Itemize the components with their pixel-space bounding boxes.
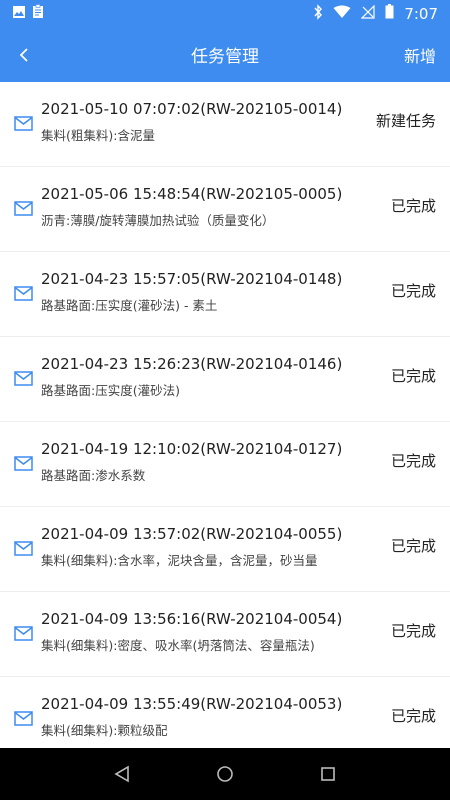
envelope-icon (14, 286, 33, 301)
task-description: 路基路面:压实度(灌砂法) (41, 383, 180, 398)
task-status: 已完成 (390, 282, 436, 300)
task-list-item[interactable]: 2021-05-06 15:48:54(RW-202105-0005) 沥青:薄膜… (0, 167, 450, 252)
task-status: 已完成 (390, 452, 436, 470)
add-button[interactable]: 新增 (404, 43, 450, 67)
envelope-icon (14, 201, 33, 216)
task-header: 2021-05-06 15:48:54(RW-202105-0005) (41, 185, 343, 203)
square-recents-icon (321, 767, 336, 781)
task-list-item[interactable]: 2021-04-19 12:10:02(RW-202104-0127) 路基路面:… (0, 422, 450, 507)
task-status: 已完成 (390, 622, 436, 640)
task-description: 集料(细集料):密度、吸水率(坍落筒法、容量瓶法) (41, 638, 315, 653)
task-list-item[interactable]: 2021-04-23 15:26:23(RW-202104-0146) 路基路面:… (0, 337, 450, 422)
envelope-icon (14, 456, 33, 471)
task-list-item[interactable]: 2021-05-10 07:07:02(RW-202105-0014) 集料(粗集… (0, 82, 450, 167)
task-status: 已完成 (390, 367, 436, 385)
task-header: 2021-04-19 12:10:02(RW-202104-0127) (41, 440, 343, 458)
task-description: 路基路面:渗水系数 (41, 468, 146, 483)
wifi-icon (333, 5, 351, 23)
back-nav-button[interactable] (110, 762, 134, 786)
envelope-icon (14, 116, 33, 131)
clock: 7:07 (404, 4, 438, 23)
clipboard-icon (32, 4, 44, 23)
task-list-item[interactable]: 2021-04-09 13:55:49(RW-202104-0053) 集料(细集… (0, 677, 450, 748)
task-header: 2021-04-23 15:26:23(RW-202104-0146) (41, 355, 343, 373)
triangle-back-icon (114, 765, 129, 783)
recents-nav-button[interactable] (316, 762, 340, 786)
home-nav-button[interactable] (213, 762, 237, 786)
task-list: 2021-05-10 07:07:02(RW-202105-0014) 集料(粗集… (0, 82, 450, 748)
task-header: 2021-04-09 13:57:02(RW-202104-0055) (41, 525, 343, 543)
envelope-icon (14, 626, 33, 641)
task-description: 集料(细集料):含水率，泥块含量，含泥量，砂当量 (41, 553, 318, 568)
task-description: 集料(粗集料):含泥量 (41, 128, 155, 143)
envelope-icon (14, 371, 33, 386)
status-bar: 7:07 (0, 0, 450, 27)
task-description: 集料(细集料):颗粒级配 (41, 723, 168, 738)
navigation-bar (0, 748, 450, 800)
task-description: 沥青:薄膜/旋转薄膜加热试验（质量变化） (41, 213, 275, 228)
battery-icon (385, 4, 394, 23)
task-list-item[interactable]: 2021-04-23 15:57:05(RW-202104-0148) 路基路面:… (0, 252, 450, 337)
task-description: 路基路面:压实度(灌砂法) - 素土 (41, 298, 218, 313)
task-header: 2021-04-09 13:55:49(RW-202104-0053) (41, 695, 343, 713)
circle-home-icon (217, 766, 233, 782)
bluetooth-icon (313, 3, 323, 24)
image-icon (12, 4, 26, 23)
chevron-left-icon (19, 47, 28, 62)
task-status: 已完成 (390, 707, 436, 725)
app-bar: 任务管理 新增 (0, 27, 450, 82)
task-header: 2021-05-10 07:07:02(RW-202105-0014) (41, 100, 343, 118)
task-status: 已完成 (390, 197, 436, 215)
no-signal-icon (360, 4, 375, 23)
task-status: 已完成 (390, 537, 436, 555)
envelope-icon (14, 541, 33, 556)
task-header: 2021-04-23 15:57:05(RW-202104-0148) (41, 270, 343, 288)
envelope-icon (14, 711, 33, 726)
task-header: 2021-04-09 13:56:16(RW-202104-0054) (41, 610, 343, 628)
task-list-item[interactable]: 2021-04-09 13:57:02(RW-202104-0055) 集料(细集… (0, 507, 450, 592)
task-status: 新建任务 (375, 112, 436, 130)
task-list-item[interactable]: 2021-04-09 13:56:16(RW-202104-0054) 集料(细集… (0, 592, 450, 677)
back-button[interactable] (0, 27, 48, 82)
page-title: 任务管理 (191, 47, 259, 67)
